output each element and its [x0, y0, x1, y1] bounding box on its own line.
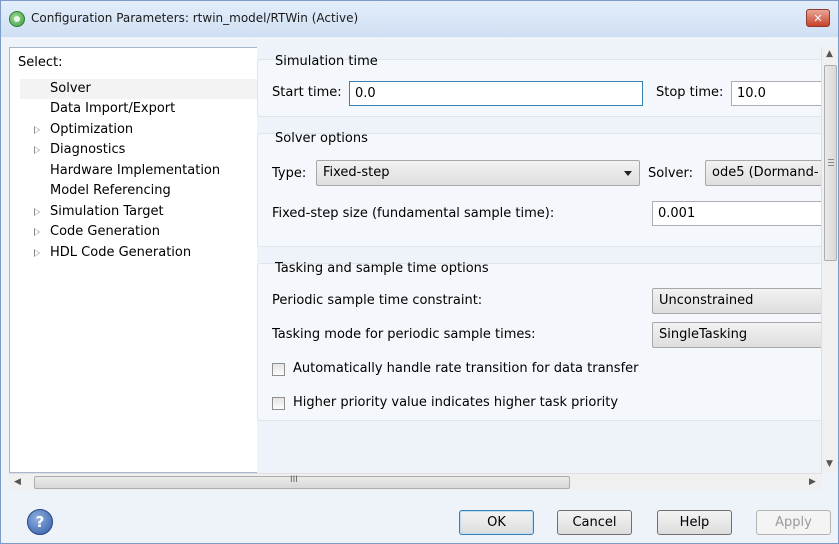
chevron-down-icon — [624, 171, 632, 176]
scroll-down-icon[interactable]: ▼ — [826, 459, 833, 469]
solver-type-label: Type: — [272, 166, 307, 181]
tree-item-label: Code Generation — [50, 224, 160, 239]
stop-time-label: Stop time: — [656, 85, 724, 100]
tree-item-label: Model Referencing — [50, 183, 171, 198]
window-title: Configuration Parameters: rtwin_model/RT… — [31, 11, 359, 25]
tree-item-hdl-code-generation[interactable]: HDL Code Generation — [20, 243, 258, 263]
scroll-left-icon[interactable]: ◀ — [14, 477, 21, 487]
stop-time-input[interactable]: 10.0 — [731, 81, 821, 106]
tree-item-model-referencing[interactable]: Model Referencing — [20, 181, 258, 201]
grip-line — [828, 165, 834, 166]
tree-item-label: Hardware Implementation — [50, 163, 221, 178]
solver-label: Solver: — [648, 166, 694, 181]
scroll-right-icon[interactable]: ▶ — [809, 477, 816, 487]
tree-item-label: Data Import/Export — [50, 101, 176, 116]
grip-glyph: III — [290, 475, 298, 485]
tree-item-code-generation[interactable]: Code Generation — [20, 222, 258, 242]
ok-button[interactable]: OK — [459, 510, 534, 535]
periodic-constraint-dropdown[interactable]: Unconstrained — [652, 288, 821, 314]
solver-value: ode5 (Dormand- — [712, 165, 819, 180]
solver-options-group: Solver options Type: Fixed-step Solver: … — [257, 131, 821, 247]
tree-item-label: Simulation Target — [50, 204, 164, 219]
config-parameters-dialog: Configuration Parameters: rtwin_model/RT… — [0, 0, 839, 544]
group-title: Solver options — [275, 131, 368, 146]
settings-panel: Simulation time Start time: 0.0 Stop tim… — [257, 47, 821, 473]
close-icon: ✕ — [813, 11, 823, 25]
higher-priority-checkbox[interactable] — [272, 397, 285, 410]
tree-item-label: Diagnostics — [50, 142, 126, 157]
tree-item-hardware-implementation[interactable]: Hardware Implementation — [20, 161, 258, 181]
simulation-time-group: Simulation time Start time: 0.0 Stop tim… — [257, 54, 821, 117]
cancel-button[interactable]: Cancel — [557, 510, 632, 535]
solver-type-dropdown[interactable]: Fixed-step — [316, 160, 640, 186]
solver-type-value: Fixed-step — [323, 165, 390, 180]
expand-arrow-icon[interactable] — [34, 228, 40, 236]
help-glyph: ? — [35, 513, 45, 531]
solver-dropdown[interactable]: ode5 (Dormand- — [705, 160, 821, 186]
tree-item-label: Solver — [50, 81, 91, 96]
horizontal-scroll-thumb[interactable]: III — [34, 475, 570, 489]
expand-arrow-icon[interactable] — [34, 146, 40, 154]
auto-rate-transition-checkbox[interactable] — [272, 363, 285, 376]
scroll-up-icon[interactable]: ▲ — [826, 49, 833, 59]
horizontal-scrollbar[interactable]: ◀ III ▶ — [9, 473, 822, 490]
tasking-mode-label: Tasking mode for periodic sample times: — [272, 327, 536, 342]
tree-item-label: HDL Code Generation — [50, 245, 192, 260]
title-bar: Configuration Parameters: rtwin_model/RT… — [1, 1, 838, 37]
auto-rate-transition-label: Automatically handle rate transition for… — [293, 361, 639, 376]
higher-priority-label: Higher priority value indicates higher t… — [293, 395, 619, 410]
tree-item-simulation-target[interactable]: Simulation Target — [20, 202, 258, 222]
tree-item-data-import-export[interactable]: Data Import/Export — [20, 99, 258, 119]
expand-arrow-icon[interactable] — [34, 208, 40, 216]
step-size-label: Fixed-step size (fundamental sample time… — [272, 206, 555, 221]
simulink-config-icon — [9, 11, 25, 27]
help-button[interactable]: Help — [657, 510, 732, 535]
grip-line — [828, 159, 834, 160]
expand-arrow-icon[interactable] — [34, 126, 40, 134]
tasking-options-group: Tasking and sample time options Periodic… — [257, 261, 821, 421]
periodic-constraint-label: Periodic sample time constraint: — [272, 293, 483, 308]
step-size-input[interactable]: 0.001 — [652, 201, 821, 226]
grip-line — [828, 162, 834, 163]
vertical-scroll-thumb[interactable] — [824, 65, 837, 261]
tree-item-solver[interactable]: Solver — [20, 79, 258, 99]
periodic-constraint-value: Unconstrained — [659, 293, 754, 308]
group-title: Simulation time — [275, 54, 378, 69]
group-title: Tasking and sample time options — [275, 261, 489, 276]
tree-item-label: Optimization — [50, 122, 134, 137]
help-icon[interactable]: ? — [27, 509, 53, 535]
apply-button[interactable]: Apply — [756, 510, 831, 535]
start-time-label: Start time: — [272, 85, 342, 100]
category-tree: Select: Solver Data Import/Export Optimi… — [9, 47, 259, 473]
close-button[interactable]: ✕ — [806, 9, 830, 27]
vertical-scrollbar[interactable]: ▲ ▼ — [821, 47, 838, 473]
tasking-mode-dropdown[interactable]: SingleTasking — [652, 322, 821, 348]
expand-arrow-icon[interactable] — [34, 249, 40, 257]
tree-item-optimization[interactable]: Optimization — [20, 120, 258, 140]
tree-item-diagnostics[interactable]: Diagnostics — [20, 140, 258, 160]
tree-header: Select: — [18, 55, 63, 70]
tasking-mode-value: SingleTasking — [659, 327, 748, 342]
start-time-input[interactable]: 0.0 — [349, 81, 643, 106]
